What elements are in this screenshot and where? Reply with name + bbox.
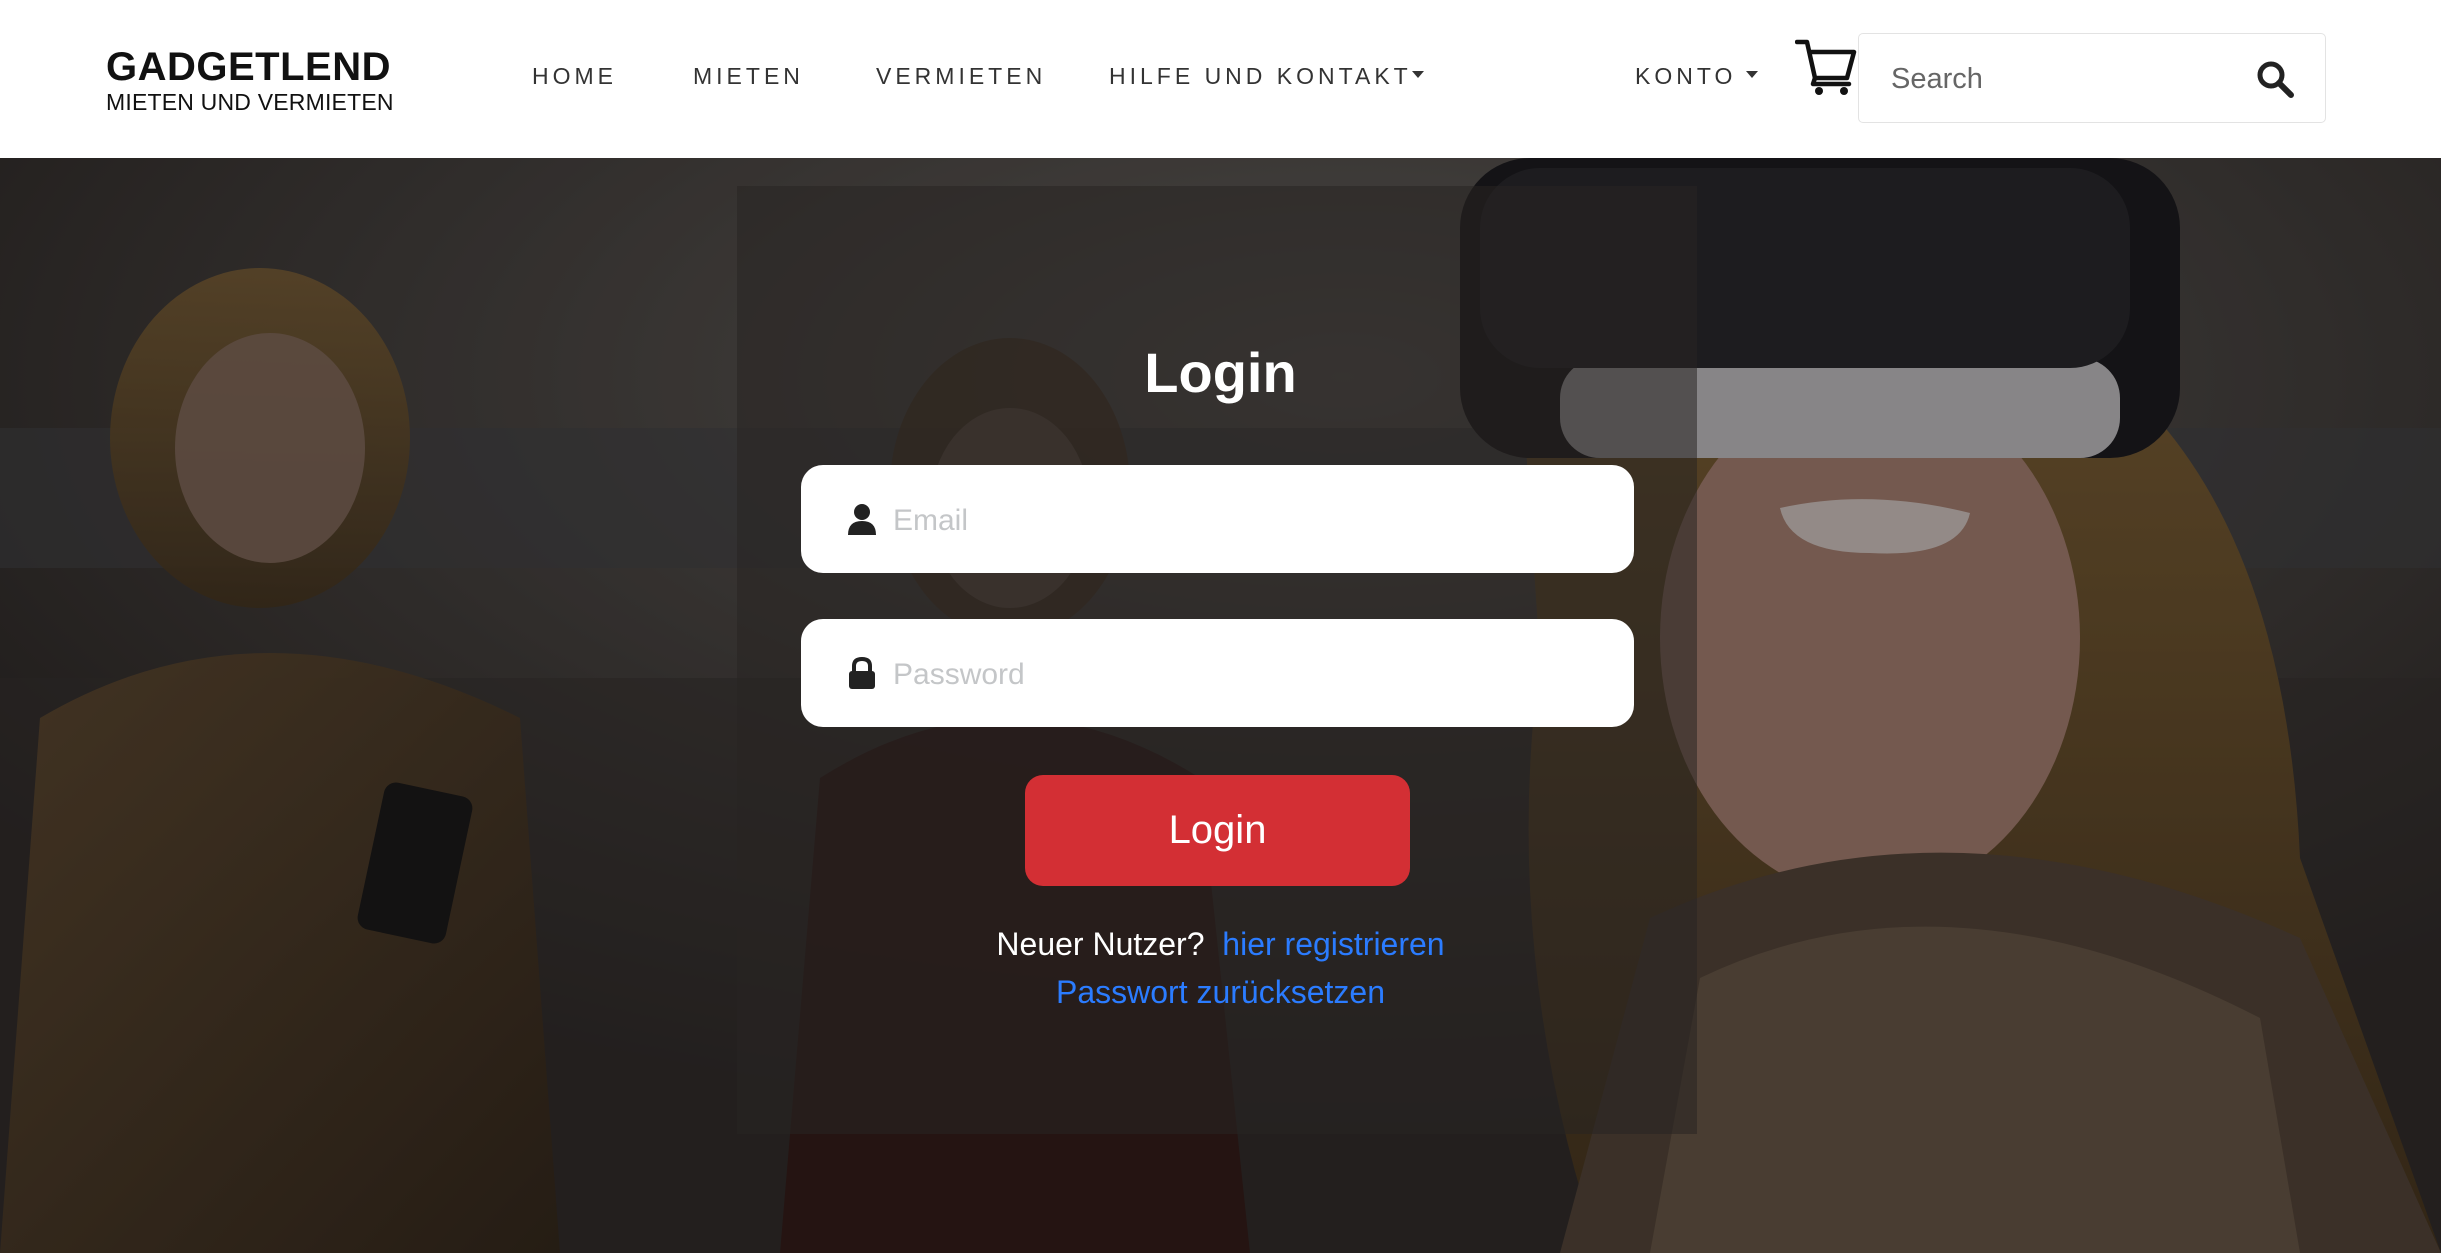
nav-mieten[interactable]: MIETEN bbox=[693, 63, 804, 90]
register-link[interactable]: hier registrieren bbox=[1222, 926, 1444, 962]
lock-icon bbox=[849, 657, 875, 689]
nav-hilfe-label: HILFE UND KONTAKT bbox=[1109, 63, 1412, 89]
login-button[interactable]: Login bbox=[1025, 775, 1410, 886]
top-navbar: GADGETLEND MIETEN UND VERMIETEN HOME MIE… bbox=[0, 0, 2441, 158]
search-icon[interactable] bbox=[2255, 59, 2295, 99]
register-prompt: Neuer Nutzer? hier registrieren bbox=[0, 926, 2441, 963]
login-title: Login bbox=[1144, 341, 1297, 404]
reset-password-row: Passwort zurücksetzen bbox=[0, 974, 2441, 1011]
shopping-cart-icon[interactable] bbox=[1795, 38, 1857, 96]
account-label: KONTO bbox=[1635, 63, 1737, 89]
email-field-wrapper bbox=[801, 465, 1634, 573]
chevron-down-icon bbox=[1746, 71, 1759, 79]
nav-vermieten[interactable]: VERMIETEN bbox=[876, 63, 1046, 90]
email-field[interactable] bbox=[891, 495, 1595, 547]
brand-tagline: MIETEN UND VERMIETEN bbox=[106, 89, 394, 115]
brand-logo[interactable]: GADGETLEND MIETEN UND VERMIETEN bbox=[106, 44, 394, 114]
nav-home[interactable]: HOME bbox=[532, 63, 617, 90]
nav-hilfe-dropdown[interactable]: HILFE UND KONTAKT bbox=[1109, 63, 1424, 90]
reset-password-link[interactable]: Passwort zurücksetzen bbox=[1056, 974, 1385, 1010]
account-dropdown[interactable]: KONTO bbox=[1635, 63, 1759, 90]
user-icon bbox=[848, 504, 876, 535]
password-field-wrapper bbox=[801, 619, 1634, 727]
new-user-text: Neuer Nutzer? bbox=[996, 926, 1205, 962]
search-input[interactable] bbox=[1889, 56, 2233, 102]
chevron-down-icon bbox=[1411, 71, 1424, 79]
password-field[interactable] bbox=[891, 649, 1595, 701]
brand-name: GADGETLEND bbox=[106, 45, 391, 89]
search-bar bbox=[1858, 33, 2326, 123]
